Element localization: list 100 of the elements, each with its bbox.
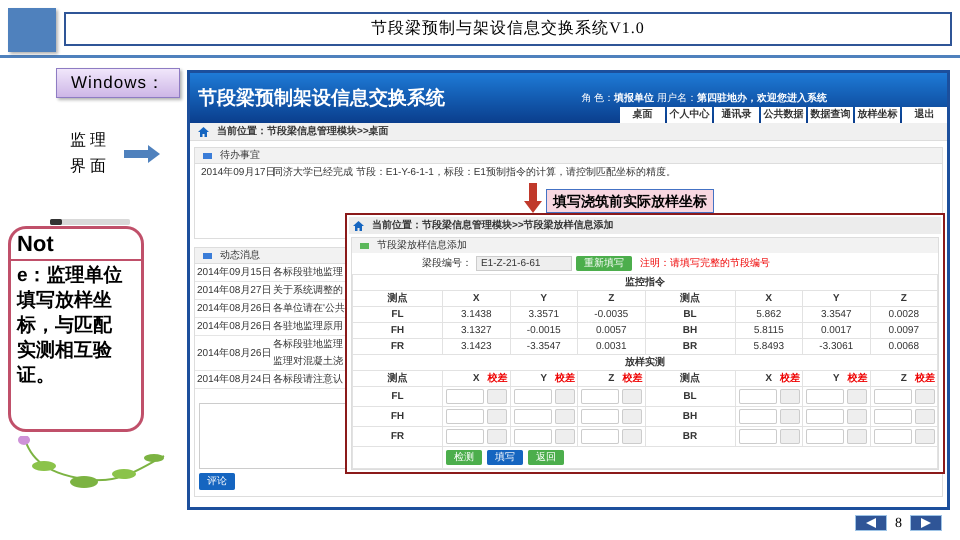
- left-triangle-icon: [866, 518, 876, 528]
- nav-tab[interactable]: 个人中心: [667, 107, 712, 123]
- column-header: 测点: [680, 372, 700, 386]
- comment-button[interactable]: 评论: [199, 473, 235, 490]
- table-cell: FH: [390, 325, 404, 336]
- coordinate-input[interactable]: [874, 429, 912, 444]
- deviation-label: 校差: [780, 372, 800, 386]
- deviation-field[interactable]: [622, 409, 642, 424]
- news-item[interactable]: 监理对混凝土浇: [273, 353, 343, 370]
- table-cell: 0.0068: [888, 341, 920, 352]
- column-header: 测点: [388, 293, 408, 304]
- page-number: 8: [895, 514, 902, 532]
- news-item[interactable]: 关于系统调整的: [273, 282, 343, 299]
- slide-title: 节段梁预制与架设信息交换系统V1.0: [371, 18, 645, 39]
- table-cell: 0.0057: [596, 325, 627, 336]
- column-header: Y: [832, 372, 840, 386]
- coordinate-input[interactable]: [514, 389, 552, 404]
- todo-item[interactable]: 同济大学已经完成 节段：E1-Y-6-1-1，标段：E1预制指令的计算，请控制匹配坐标的精度。: [273, 165, 676, 180]
- coordinate-input[interactable]: [806, 429, 844, 444]
- note-text: e：监理单位填写放样坐标，与匹配实测相互验证。: [16, 264, 124, 388]
- news-item[interactable]: 各标段驻地监理: [273, 336, 343, 353]
- callout-label: 填写浇筑前实际放样坐标: [546, 189, 714, 213]
- column-header: X: [472, 293, 480, 304]
- table-cell: 0.0017: [820, 325, 852, 336]
- table-cell: 3.3571: [528, 309, 560, 320]
- news-item[interactable]: 各标段请注意认: [273, 371, 343, 388]
- column-header: Z: [900, 372, 907, 386]
- coordinate-input[interactable]: [806, 389, 844, 404]
- deviation-field[interactable]: [914, 389, 934, 404]
- field-label: 梁段编号：: [422, 256, 472, 271]
- table-cell: 3.3547: [820, 309, 852, 320]
- deviation-field[interactable]: [914, 429, 934, 444]
- app-title: 节段梁预制架设信息交换系统: [198, 86, 445, 111]
- table-cell: 3.1327: [460, 325, 492, 336]
- deviation-field[interactable]: [487, 409, 507, 424]
- coordinate-input[interactable]: [514, 409, 552, 424]
- deviation-field[interactable]: [780, 429, 800, 444]
- coordinate-input[interactable]: [738, 429, 776, 444]
- table-cell: 3.1438: [460, 309, 492, 320]
- deviation-field[interactable]: [780, 389, 800, 404]
- date-text: 2014年08月26日: [196, 302, 272, 316]
- coordinate-input[interactable]: [514, 429, 552, 444]
- coordinate-input[interactable]: [581, 389, 619, 404]
- deviation-field[interactable]: [487, 429, 507, 444]
- deviation-field[interactable]: [487, 389, 507, 404]
- coordinate-input[interactable]: [581, 429, 619, 444]
- table-cell: BR: [682, 431, 698, 442]
- date-text: 2014年08月26日: [196, 346, 272, 360]
- table-cell: -3.3061: [819, 341, 854, 352]
- nav-tab[interactable]: 桌面: [620, 107, 665, 123]
- date-text: 2014年09月17日: [200, 166, 273, 180]
- table-cell: FL: [391, 309, 404, 320]
- date-text: 2014年08月24日: [196, 373, 272, 387]
- deviation-field[interactable]: [914, 409, 934, 424]
- action-button[interactable]: 填写: [487, 450, 523, 465]
- note-title: Not: [11, 229, 141, 261]
- deviation-field[interactable]: [847, 429, 867, 444]
- table-cell: FL: [391, 391, 404, 402]
- deviation-field[interactable]: [554, 429, 574, 444]
- news-item[interactable]: 各单位请在'公共: [273, 300, 345, 317]
- deviation-field[interactable]: [847, 409, 867, 424]
- breadcrumb-text: 当前位置：节段梁信息管理模块>>桌面: [217, 124, 389, 139]
- deviation-field[interactable]: [554, 389, 574, 404]
- right-triangle-icon: [921, 518, 931, 528]
- coordinate-input[interactable]: [446, 429, 484, 444]
- column-header: Z: [608, 293, 614, 304]
- coordinate-input[interactable]: [874, 389, 912, 404]
- column-header: X: [472, 372, 480, 386]
- panel-title: 动态消息: [220, 248, 260, 263]
- table-cell: FH: [390, 411, 404, 422]
- table-cell: 0.0097: [888, 325, 920, 336]
- coordinate-input[interactable]: [446, 389, 484, 404]
- segment-id-input[interactable]: E1-Z-21-6-61: [476, 256, 572, 271]
- nav-tab[interactable]: 退出: [902, 107, 947, 123]
- nav-tab[interactable]: 放样坐标: [855, 107, 900, 123]
- coordinate-input[interactable]: [738, 389, 776, 404]
- section-title: 放样实测: [625, 357, 665, 368]
- news-item[interactable]: 各标段驻地监理: [273, 264, 343, 281]
- panel-title: 节段梁放样信息添加: [377, 238, 467, 253]
- table-cell: 5.862: [756, 309, 782, 320]
- previous-button[interactable]: [855, 515, 887, 531]
- nav-tab[interactable]: 通讯录: [714, 107, 759, 123]
- news-item[interactable]: 各驻地监理原用: [273, 318, 343, 335]
- deviation-field[interactable]: [554, 409, 574, 424]
- deviation-label: 校差: [488, 372, 508, 386]
- column-header: Z: [900, 293, 907, 304]
- nav-tab[interactable]: 公共数据: [761, 107, 806, 123]
- coordinate-input[interactable]: [874, 409, 912, 424]
- nav-tab[interactable]: 数据查询: [808, 107, 853, 123]
- coordinate-input[interactable]: [581, 409, 619, 424]
- deviation-field[interactable]: [622, 389, 642, 404]
- deviation-field[interactable]: [780, 409, 800, 424]
- deviation-field[interactable]: [847, 389, 867, 404]
- panel-icon: [360, 242, 369, 248]
- coordinate-input[interactable]: [446, 409, 484, 424]
- table-cell: BL: [683, 391, 697, 402]
- next-button[interactable]: [910, 515, 942, 531]
- deviation-field[interactable]: [622, 429, 642, 444]
- coordinate-input[interactable]: [738, 409, 776, 424]
- coordinate-input[interactable]: [806, 409, 844, 424]
